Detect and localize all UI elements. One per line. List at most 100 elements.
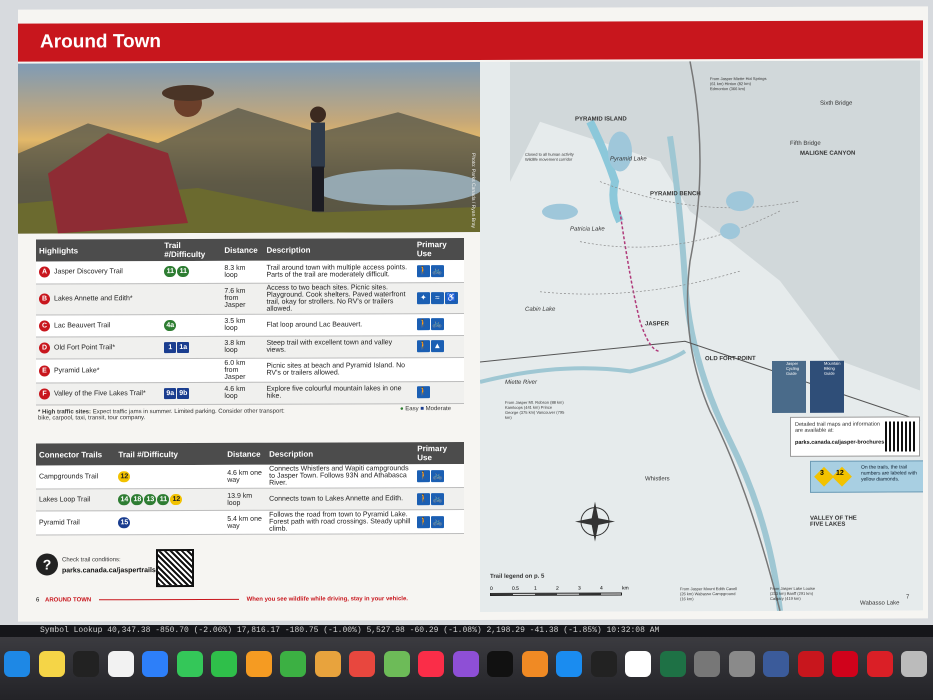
map-label-pyramid-island: PYRAMID ISLAND [575,116,627,123]
map-label-sixth-bridge: Sixth Bridge [820,100,853,107]
scale-tick-label: 4 [600,585,603,592]
guide-cover-2: Mountain Biking Guide [824,360,841,376]
column-header: Description [263,238,414,261]
dock-app-icon[interactable] [107,651,134,677]
dock-app-icon[interactable] [659,651,686,677]
scale-tick-label: 3 [578,585,581,592]
trail-name: Old Fort Point Trail* [54,343,116,351]
connector-table: Connector Trails Trail #/Difficulty Distan… [36,442,464,536]
primary-use-cell [413,357,464,382]
scale-bar [490,592,622,596]
table-row[interactable]: D Old Fort Point Trail* 1 1a 3.8 km loop Stee… [36,335,464,359]
dock-app-icon[interactable] [556,651,582,677]
page-title: Around Town [40,31,162,53]
map-label-old-fort-point: OLD FORT POINT [705,356,756,363]
dock-app-icon[interactable] [280,651,306,677]
difficulty-cell: 15 [115,510,225,535]
trail-letter-badge: C [39,319,50,332]
trail-name-cell: Lakes Loop Trail [36,488,116,512]
distance-cell: 7.6 km from Jasper [221,282,264,314]
description-cell: Picnic sites at beach and Pyramid Island… [263,357,414,382]
primary-use-cell: 🚶 🚲 [414,464,464,488]
conditions-url[interactable]: parks.canada.ca/jaspertrails [62,567,156,574]
dock-app-icon[interactable] [901,651,927,677]
map-label-pyramid-lake: Pyramid Lake [610,156,647,163]
bike-icon: 🚲 [431,469,445,482]
dock-app-icon[interactable] [211,651,237,677]
trail-name: Valley of the Five Lakes Trail* [54,389,146,397]
trail-name: Pyramid Lake* [54,366,100,374]
dock-app-icon[interactable] [38,651,65,677]
trail-name-cell: B Lakes Annette and Edith* [36,283,162,315]
dock-app-icon[interactable] [625,651,651,677]
description-cell: Steep trail with excellent town and vall… [263,335,414,358]
description-cell: Follows the road from town to Pyramid La… [266,509,415,535]
from-jasper-s1: From Jasper Mount Edith Cavell (26 km) W… [680,586,738,602]
dock-app-icon[interactable] [763,651,789,677]
table-row[interactable]: A Jasper Discovery Trail 11 11 8.3 km loop Tr… [36,260,464,284]
hiker-icon: 🚶 [417,492,431,505]
dock-app-icon[interactable] [521,651,548,677]
primary-use-cell: 🚶 [413,381,464,404]
bike-icon: 🚲 [430,318,444,331]
brochure-url[interactable]: parks.canada.ca/jasper-brochures [795,440,884,446]
distance-cell: 8.3 km loop [221,260,264,283]
primary-use-cell: ✦ ≈ ♿ [413,282,464,314]
wheelchair-icon: ♿ [444,291,458,304]
trail-letter-badge: B [39,293,50,305]
difficulty-cell [161,282,222,315]
column-header: Connector Trails [36,443,116,466]
help-icon: ? [36,553,58,576]
dock-app-icon[interactable] [694,651,720,677]
dock-app-icon[interactable] [866,651,893,677]
dock-app-icon[interactable] [73,651,99,677]
dock-app-icon[interactable] [176,651,203,677]
trail-number-badge: 12 [118,471,131,483]
map-graphic [480,60,923,612]
trail-name: Jasper Discovery Trail [54,268,123,276]
table-row[interactable]: B Lakes Annette and Edith* 7.6 km from Jas… [36,282,464,315]
dock-app-icon[interactable] [590,651,617,677]
page-header: Around Town [18,20,923,62]
guide-cover-1: Jasper Cycling Guide [786,360,800,376]
map-label-jasper: JASPER [645,321,670,328]
dock-app-icon[interactable] [349,651,375,677]
bike-icon: 🚲 [431,515,445,528]
table-row[interactable]: Campgrounds Trail 12 4.6 km one way Connect… [36,464,464,490]
viewpoint-icon: ▲ [430,340,444,353]
dock-app-icon[interactable] [452,651,479,677]
trail-diamond-note: 3 12 On the trails, the trail numbers ar… [810,460,923,493]
table-row[interactable]: Pyramid Trail 15 5.4 km one way Follows the… [36,509,464,536]
column-header: Distance [221,238,264,261]
dock-app-icon[interactable] [245,651,272,677]
dock-app-icon[interactable] [142,651,168,677]
trail-name-cell: E Pyramid Lake* [36,358,162,383]
hiker-icon: 🚶 [416,386,430,399]
table-row[interactable]: C Lac Beauvert Trail 4a 3.5 km loop Flat loo… [36,313,464,337]
brochure-page: Around Town Photo: Parks Canada / Ryan B… [18,6,928,622]
dock-app-icon[interactable] [383,651,410,677]
dock-app-icon[interactable] [314,651,341,677]
trail-name: Lac Beauvert Trail [54,321,111,329]
table-row[interactable]: Lakes Loop Trail 14 18 13 11 12 13.9 km loop Co… [36,487,464,512]
map-label-patricia-lake: Patricia Lake [570,226,605,233]
dock-app-icon[interactable] [4,651,30,677]
trail-number-badge: 9a [164,387,177,399]
page-footer-left: 6 AROUND TOWN When you see wildlife whil… [36,596,408,604]
table-row[interactable]: E Pyramid Lake* 6.0 km from Jasper Picnic s… [36,357,464,383]
column-header: Primary Use [413,238,464,261]
bike-icon: 🚲 [431,492,445,505]
dock-app-icon[interactable] [487,651,513,677]
dock-app-icon[interactable] [832,651,858,677]
description-cell: Trail around town with multiple access p… [263,260,414,283]
highlights-table: Highlights Trail #/Difficulty Distance Desc… [36,238,464,406]
dock-app-icon[interactable] [797,651,824,677]
dock-app-icon[interactable] [418,651,444,677]
scale-tick-label: 0.5 [512,585,519,592]
stroller-icon: ✦ [416,291,430,304]
column-header: Description [266,442,415,465]
table-row[interactable]: F Valley of the Five Lakes Trail* 9a 9b 4.6 … [36,381,464,405]
distance-cell: 6.0 km from Jasper [221,357,264,382]
distance-cell: 13.9 km loop [224,488,267,511]
dock-app-icon[interactable] [728,651,755,677]
